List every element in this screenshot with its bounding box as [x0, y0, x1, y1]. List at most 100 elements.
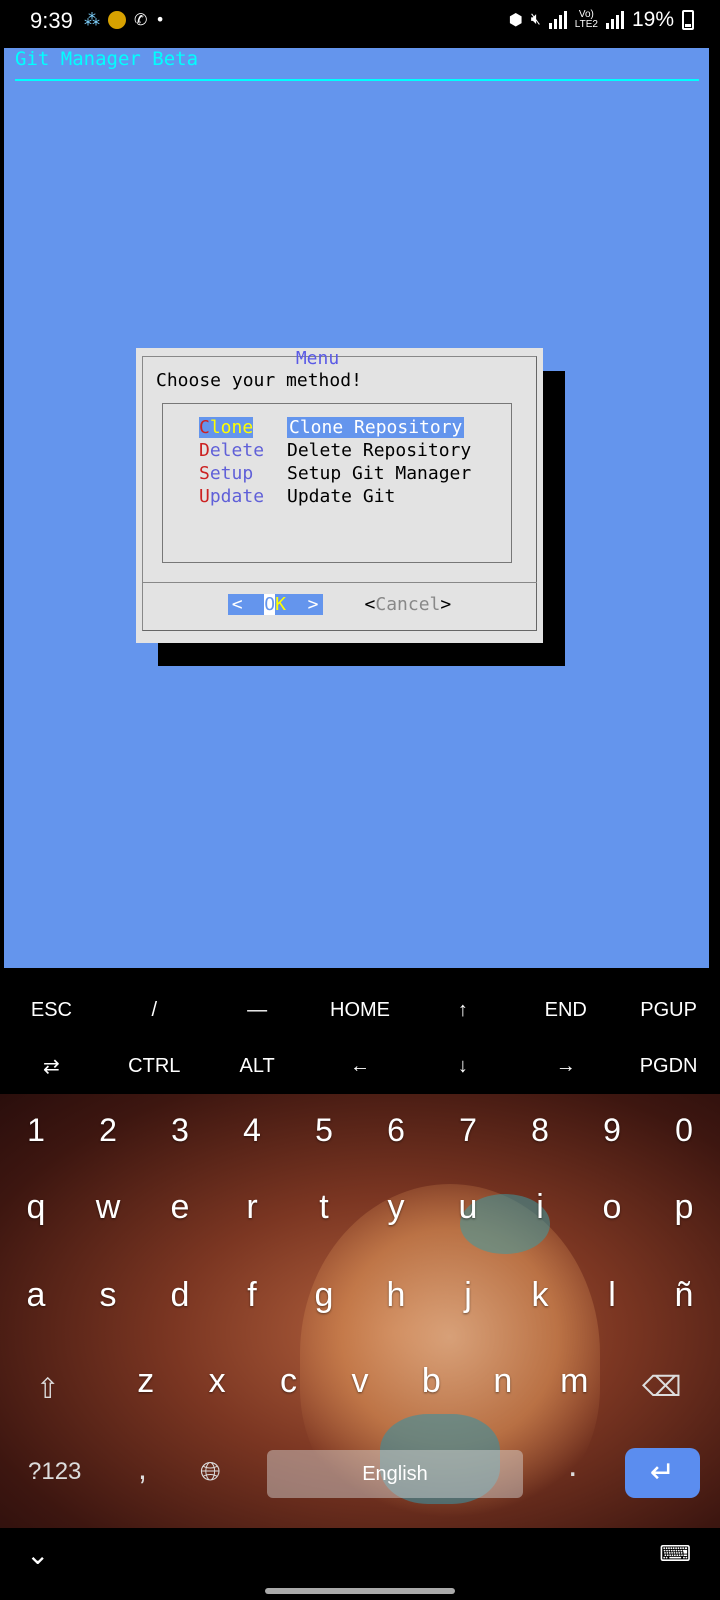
key-3[interactable]: 3: [145, 1112, 215, 1149]
key-b[interactable]: b: [396, 1362, 466, 1401]
signal-icon: [548, 11, 567, 29]
tab-key[interactable]: ⇄: [0, 1054, 103, 1079]
comma-key[interactable]: ,: [138, 1450, 147, 1487]
shift-icon[interactable]: ⇧: [36, 1372, 59, 1405]
number-row: 1 2 3 4 5 6 7 8 9 0: [0, 1112, 720, 1149]
key-j[interactable]: j: [433, 1276, 503, 1315]
menu-item-setup[interactable]: Setup Setup Git Manager: [199, 462, 471, 485]
status-time: 9:39: [30, 8, 73, 33]
key-v[interactable]: v: [325, 1362, 395, 1401]
menu-item-update[interactable]: Update Update Git: [199, 485, 471, 508]
key-5[interactable]: 5: [289, 1112, 359, 1149]
key-z[interactable]: z: [111, 1362, 181, 1401]
menu-hotkey: C: [199, 417, 210, 438]
key-n-tilde[interactable]: ñ: [649, 1276, 719, 1315]
battery-percent: 19%: [631, 8, 674, 31]
key-o[interactable]: o: [577, 1188, 647, 1227]
key-w[interactable]: w: [73, 1188, 143, 1227]
terminal-screen[interactable]: Git Manager Beta Menu Choose your method…: [4, 48, 709, 968]
key-i[interactable]: i: [505, 1188, 575, 1227]
navigation-bar: ⌄ ⌨: [0, 1528, 720, 1600]
dash-key[interactable]: —: [206, 999, 309, 1022]
key-t[interactable]: t: [289, 1188, 359, 1227]
key-7[interactable]: 7: [433, 1112, 503, 1149]
letter-row-1: q w e r t y u i o p: [0, 1188, 720, 1227]
key-a[interactable]: a: [1, 1276, 71, 1315]
key-d[interactable]: d: [145, 1276, 215, 1315]
signal-icon-2: [605, 11, 624, 29]
menu-hotkey: S: [199, 463, 210, 484]
menu-description: Delete Repository: [287, 440, 472, 461]
ctrl-key[interactable]: CTRL: [103, 1055, 206, 1078]
slash-key[interactable]: /: [103, 999, 206, 1022]
cancel-button[interactable]: <Cancel>: [365, 594, 452, 615]
pgup-key[interactable]: PGUP: [617, 999, 720, 1022]
menu-item-delete[interactable]: Delete Delete Repository: [199, 439, 471, 462]
letter-row-3: z x c v b n m: [0, 1362, 720, 1401]
key-c[interactable]: c: [254, 1362, 324, 1401]
ok-button[interactable]: < OK >: [227, 594, 323, 615]
key-6[interactable]: 6: [361, 1112, 431, 1149]
key-1[interactable]: 1: [1, 1112, 71, 1149]
menu-item-clone[interactable]: Clone Clone Repository: [199, 416, 471, 439]
extra-keys-row-2: ⇄ CTRL ALT ← ↓ → PGDN: [0, 1038, 720, 1094]
backspace-icon[interactable]: ⌫: [642, 1370, 682, 1403]
key-y[interactable]: y: [361, 1188, 431, 1227]
key-l[interactable]: l: [577, 1276, 647, 1315]
menu-description: Setup Git Manager: [287, 463, 472, 484]
key-q[interactable]: q: [1, 1188, 71, 1227]
end-key[interactable]: END: [514, 999, 617, 1022]
status-bar: 9:39 ⁂ ✆ • ⬢ 🔇︎ Vo) LTE2 19%: [0, 0, 720, 48]
call-icon: ✆: [134, 10, 148, 29]
home-gesture-bar[interactable]: [265, 1588, 455, 1594]
key-s[interactable]: s: [73, 1276, 143, 1315]
arrow-right-key[interactable]: →: [514, 1055, 617, 1078]
menu-tag: elete: [209, 440, 265, 461]
home-key[interactable]: HOME: [309, 999, 412, 1022]
keyboard-switch-icon[interactable]: ⌨: [659, 1542, 692, 1567]
key-8[interactable]: 8: [505, 1112, 575, 1149]
app-icon: [108, 10, 126, 29]
dialog-prompt: Choose your method!: [156, 370, 362, 391]
key-p[interactable]: p: [649, 1188, 719, 1227]
menu-description: Update Git: [287, 486, 396, 507]
symbols-key[interactable]: ?123: [28, 1458, 81, 1486]
menu-hotkey: U: [199, 486, 210, 507]
key-m[interactable]: m: [539, 1362, 609, 1401]
key-g[interactable]: g: [289, 1276, 359, 1315]
data-saver-icon: ⬢: [508, 12, 523, 29]
key-k[interactable]: k: [505, 1276, 575, 1315]
key-4[interactable]: 4: [217, 1112, 287, 1149]
enter-icon[interactable]: ↵: [625, 1448, 700, 1498]
key-2[interactable]: 2: [73, 1112, 143, 1149]
hide-keyboard-icon[interactable]: ⌄: [26, 1538, 49, 1571]
key-r[interactable]: r: [217, 1188, 287, 1227]
key-u[interactable]: u: [433, 1188, 503, 1227]
key-e[interactable]: e: [145, 1188, 215, 1227]
key-h[interactable]: h: [361, 1276, 431, 1315]
space-bar[interactable]: English: [267, 1450, 523, 1498]
menu-tag: pdate: [209, 486, 265, 507]
alt-key[interactable]: ALT: [206, 1055, 309, 1078]
mute-icon: 🔇︎: [530, 11, 541, 28]
key-0[interactable]: 0: [649, 1112, 719, 1149]
extra-keys-row-1: ESC / — HOME ↑ END PGUP: [0, 982, 720, 1038]
esc-key[interactable]: ESC: [0, 999, 103, 1022]
globe-icon[interactable]: 🌐︎: [200, 1456, 221, 1488]
key-f[interactable]: f: [217, 1276, 287, 1315]
menu-hotkey: D: [199, 440, 210, 461]
arrow-left-key[interactable]: ←: [309, 1055, 412, 1078]
key-n[interactable]: n: [468, 1362, 538, 1401]
menu-list: Clone Clone Repository Delete Delete Rep…: [162, 403, 512, 563]
letter-row-2: a s d f g h j k l ñ: [0, 1276, 720, 1315]
key-x[interactable]: x: [182, 1362, 252, 1401]
arrow-up-key[interactable]: ↑: [411, 999, 514, 1022]
dot-icon: •: [155, 10, 165, 29]
menu-dialog: Menu Choose your method! Clone Clone Rep…: [136, 348, 543, 643]
menu-description: Clone Repository: [287, 417, 465, 438]
period-key[interactable]: .: [568, 1446, 577, 1485]
backtitle: Git Manager Beta: [15, 48, 199, 70]
arrow-down-key[interactable]: ↓: [411, 1055, 514, 1078]
key-9[interactable]: 9: [577, 1112, 647, 1149]
pgdn-key[interactable]: PGDN: [617, 1055, 720, 1078]
